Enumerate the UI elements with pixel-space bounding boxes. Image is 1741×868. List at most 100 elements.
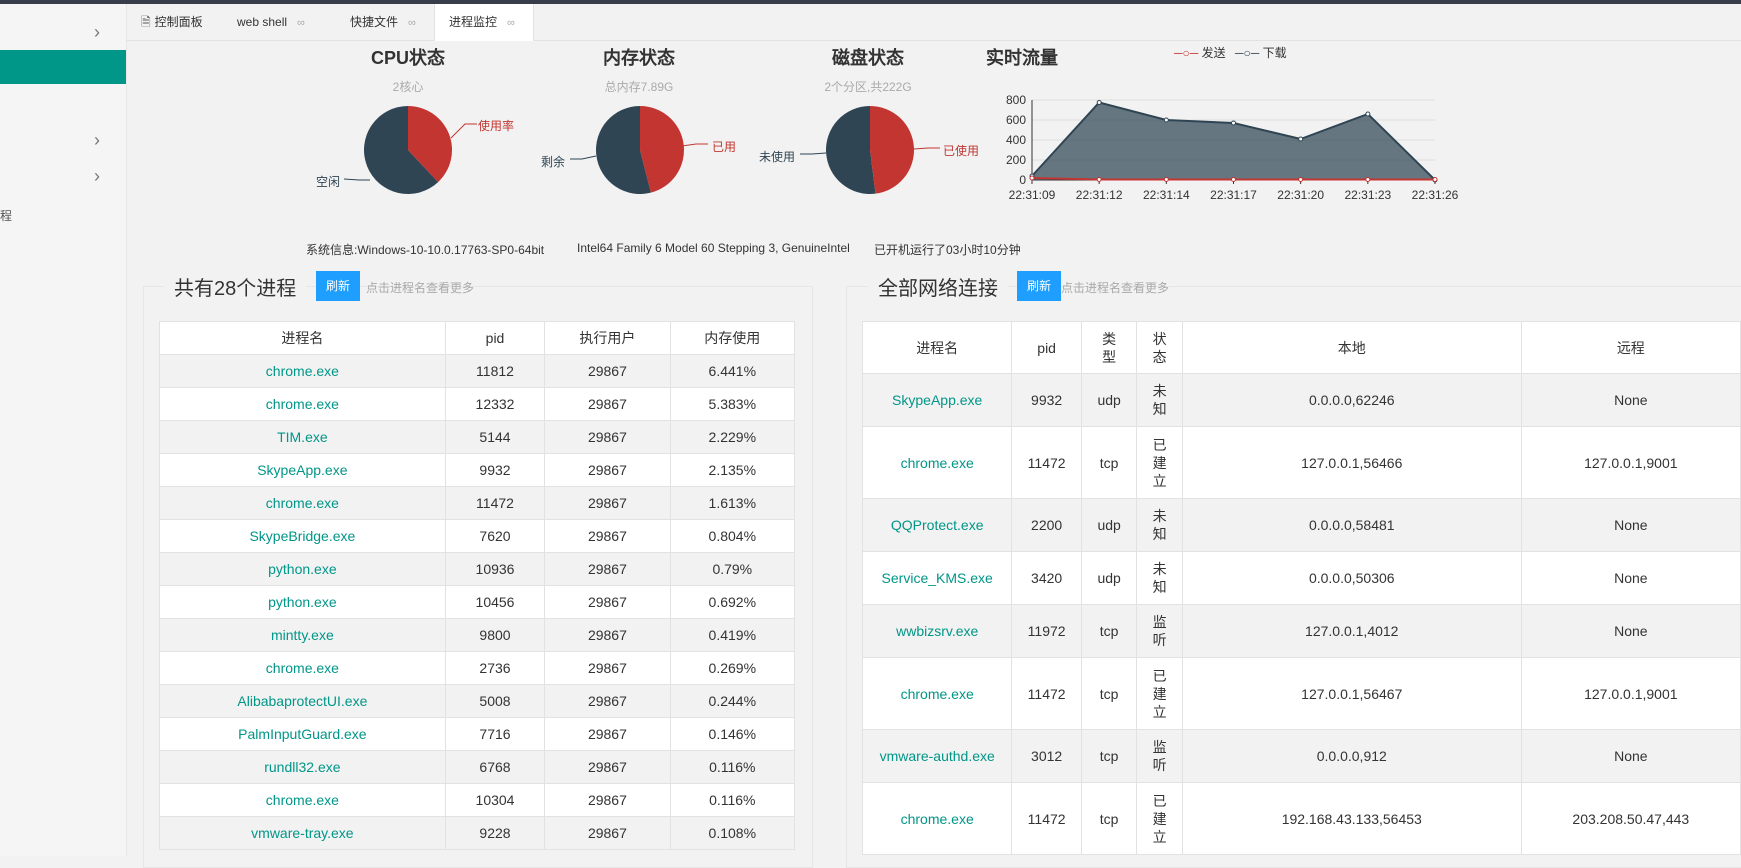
table-row[interactable]: chrome.exe 11472 29867 1.613% [159, 486, 796, 520]
table-cell: 29867 [544, 486, 671, 520]
data-point[interactable] [1365, 111, 1371, 117]
process-name-link[interactable]: SkypeApp.exe [861, 373, 1013, 427]
table-cell: 29867 [544, 651, 671, 685]
column-header[interactable]: 本地 [1181, 321, 1522, 374]
x-tick-label: 22:31:09 [1009, 188, 1056, 202]
process-name-link[interactable]: chrome.exe [159, 486, 446, 520]
table-row[interactable]: AlibabaprotectUI.exe 5008 29867 0.244% [159, 684, 796, 718]
process-name-link[interactable]: vmware-authd.exe [861, 729, 1013, 783]
process-name-link[interactable]: python.exe [159, 552, 446, 586]
data-point[interactable] [1096, 100, 1102, 105]
column-header[interactable]: 状态 [1136, 321, 1183, 374]
process-name-link[interactable]: chrome.exe [159, 354, 446, 388]
process-name-link[interactable]: wwbizsrv.exe [861, 604, 1013, 658]
sidebar-item-4[interactable]: 程 [0, 198, 126, 232]
table-row[interactable]: chrome.exe 11472 tcp 已建立 127.0.0.1,56467 127.… [861, 657, 1741, 730]
data-point[interactable] [1231, 120, 1236, 126]
data-point[interactable] [1432, 177, 1438, 182]
tab-process-monitor[interactable]: 进程监控 ∞ [434, 4, 534, 41]
table-row[interactable]: mintty.exe 9800 29867 0.419% [159, 618, 796, 652]
data-point[interactable] [1231, 177, 1236, 182]
data-point[interactable] [1029, 175, 1035, 181]
table-row[interactable]: PalmInputGuard.exe 7716 29867 0.146% [159, 717, 796, 751]
process-name-link[interactable]: chrome.exe [861, 426, 1013, 499]
process-name-link[interactable]: chrome.exe [159, 387, 446, 421]
table-row[interactable]: chrome.exe 12332 29867 5.383% [159, 387, 796, 421]
column-header[interactable]: 执行用户 [544, 321, 671, 355]
process-name-link[interactable]: python.exe [159, 585, 446, 619]
column-header[interactable]: 进程名 [861, 321, 1013, 374]
process-name-link[interactable]: QQProtect.exe [861, 498, 1013, 552]
process-name-link[interactable]: TIM.exe [159, 420, 446, 454]
disk-status: 磁盘状态 2个分区,共222G [808, 44, 928, 95]
close-icon[interactable]: ∞ [408, 17, 416, 29]
legend-download[interactable]: ─○─ 下载 [1235, 46, 1287, 60]
legend-download-label: 下载 [1262, 46, 1287, 60]
close-icon[interactable]: ∞ [507, 17, 515, 29]
data-point[interactable] [1096, 177, 1102, 182]
table-row[interactable]: python.exe 10456 29867 0.692% [159, 585, 796, 619]
table-row[interactable]: Service_KMS.exe 3420 udp 未知 0.0.0.0,50306 Non… [861, 551, 1741, 605]
table-row[interactable]: rundll32.exe 6768 29867 0.116% [159, 750, 796, 784]
table-row[interactable]: chrome.exe 10304 29867 0.116% [159, 783, 796, 817]
table-cell: 已建立 [1136, 782, 1183, 855]
table-row[interactable]: chrome.exe 11472 tcp 已建立 192.168.43.133,5645… [861, 782, 1741, 855]
process-name-link[interactable]: SkypeBridge.exe [159, 519, 446, 553]
table-cell: 0.116% [669, 783, 796, 817]
table-row[interactable]: SkypeBridge.exe 7620 29867 0.804% [159, 519, 796, 553]
table-row[interactable]: chrome.exe 11812 29867 6.441% [159, 354, 796, 388]
process-name-link[interactable]: chrome.exe [861, 782, 1013, 855]
memory-title: 内存状态 [603, 48, 675, 68]
column-header[interactable]: pid [444, 321, 546, 355]
process-name-link[interactable]: SkypeApp.exe [159, 453, 446, 487]
table-row[interactable]: python.exe 10936 29867 0.79% [159, 552, 796, 586]
process-name-link[interactable]: chrome.exe [861, 657, 1013, 730]
x-tick-label: 22:31:23 [1344, 188, 1391, 202]
sidebar-item-3[interactable]: › [0, 160, 126, 194]
column-header[interactable]: pid [1011, 321, 1082, 374]
column-header[interactable]: 内存使用 [669, 321, 796, 355]
column-header[interactable]: 类型 [1080, 321, 1138, 374]
tab-web-shell[interactable]: web shell ∞ [223, 4, 319, 40]
status-text: 未知 [1152, 383, 1167, 417]
data-point[interactable] [1298, 136, 1304, 142]
table-row[interactable]: QQProtect.exe 2200 udp 未知 0.0.0.0,58481 None [861, 498, 1741, 552]
sidebar-item-active[interactable] [0, 50, 126, 84]
table-row[interactable]: SkypeApp.exe 9932 29867 2.135% [159, 453, 796, 487]
memory-status: 内存状态 总内存7.89G [579, 44, 699, 95]
table-cell: 0.419% [669, 618, 796, 652]
data-point[interactable] [1365, 177, 1371, 182]
sysinfo-label: 系统信息: [306, 243, 358, 257]
close-icon[interactable]: ∞ [297, 17, 305, 29]
process-name-link[interactable]: chrome.exe [159, 651, 446, 685]
table-row[interactable]: SkypeApp.exe 9932 udp 未知 0.0.0.0,62246 None [861, 373, 1741, 427]
process-name-link[interactable]: AlibabaprotectUI.exe [159, 684, 446, 718]
data-point[interactable] [1163, 177, 1169, 182]
process-refresh-button[interactable]: 刷新 [316, 271, 361, 301]
process-name-link[interactable]: rundll32.exe [159, 750, 446, 784]
sidebar-item-1[interactable]: › [0, 16, 126, 50]
network-refresh-button[interactable]: 刷新 [1017, 271, 1062, 301]
data-point[interactable] [1163, 117, 1169, 123]
table-row[interactable]: wwbizsrv.exe 11972 tcp 监听 127.0.0.1,4012 None [861, 604, 1741, 658]
table-row[interactable]: chrome.exe 11472 tcp 已建立 127.0.0.1,56466 127.… [861, 426, 1741, 499]
table-cell: 192.168.43.133,56453 [1181, 782, 1522, 855]
process-name-link[interactable]: vmware-tray.exe [159, 816, 446, 850]
process-name-link[interactable]: mintty.exe [159, 618, 446, 652]
process-name-link[interactable]: chrome.exe [159, 783, 446, 817]
table-row[interactable]: TIM.exe 5144 29867 2.229% [159, 420, 796, 454]
cpu-status: CPU状态 2核心 [348, 44, 468, 95]
legend-send[interactable]: ─○─ 发送 [1174, 46, 1226, 60]
process-name-link[interactable]: Service_KMS.exe [861, 551, 1013, 605]
table-row[interactable]: chrome.exe 2736 29867 0.269% [159, 651, 796, 685]
column-header[interactable]: 远程 [1520, 321, 1741, 374]
data-point[interactable] [1298, 177, 1304, 182]
table-row[interactable]: vmware-tray.exe 9228 29867 0.108% [159, 816, 796, 850]
tab-quick-files[interactable]: 快捷文件 ∞ [336, 4, 430, 40]
column-header[interactable]: 进程名 [159, 321, 446, 355]
table-row[interactable]: vmware-authd.exe 3012 tcp 监听 0.0.0.0,912 None [861, 729, 1741, 783]
tab-dashboard[interactable]: 🗎 控制面板 [127, 4, 217, 40]
sidebar-item-2[interactable]: › [0, 124, 126, 158]
table-cell: 0.79% [669, 552, 796, 586]
process-name-link[interactable]: PalmInputGuard.exe [159, 717, 446, 751]
